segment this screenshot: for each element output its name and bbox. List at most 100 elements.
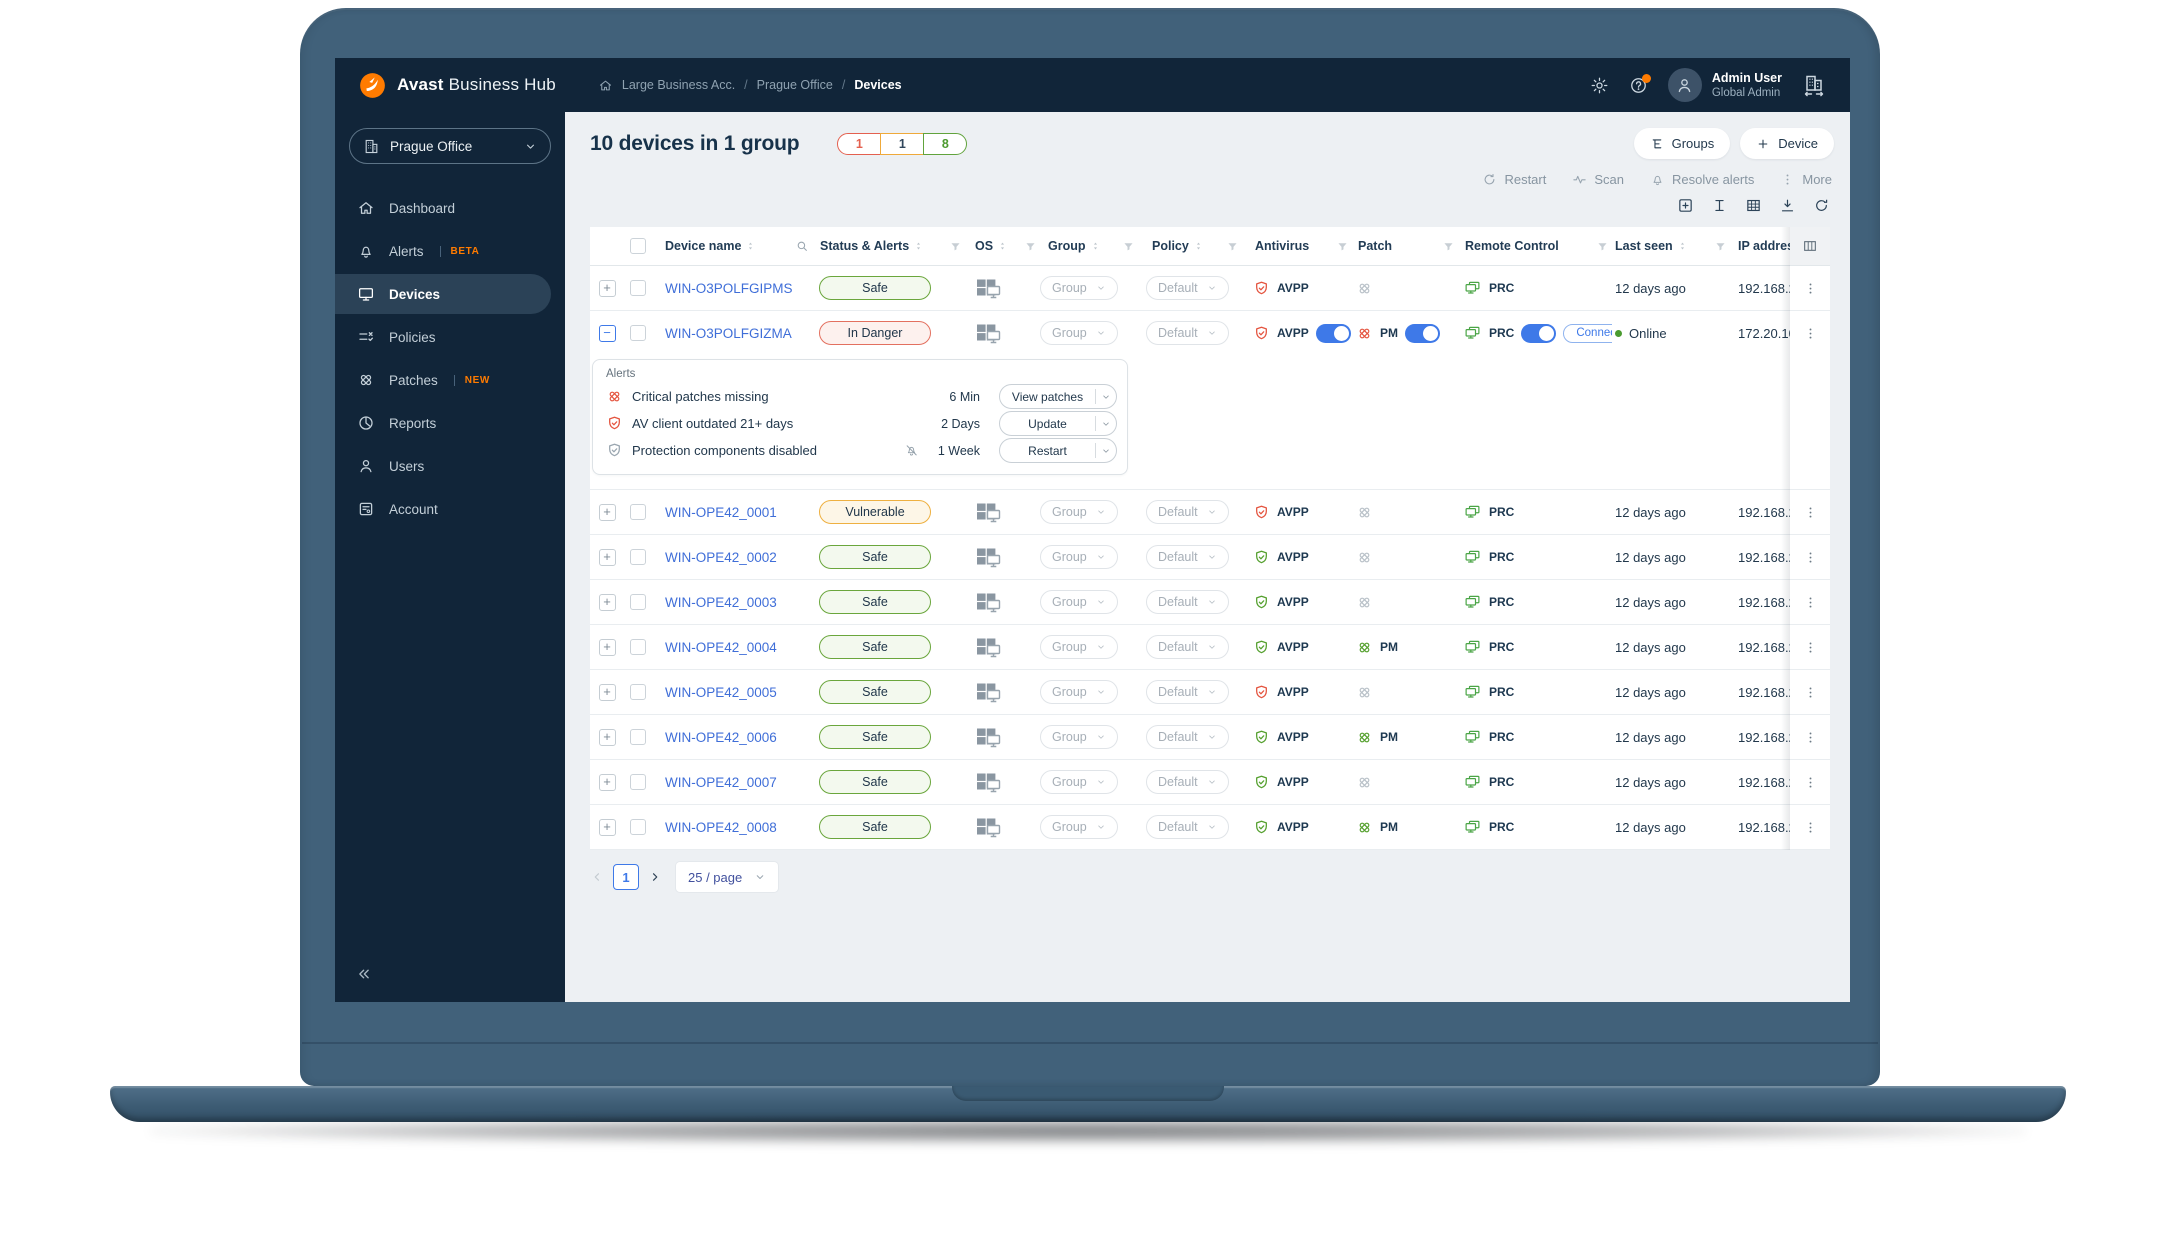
sidebar-item-devices[interactable]: Devices: [335, 274, 551, 314]
row-expander[interactable]: [598, 324, 616, 342]
policy-dropdown[interactable]: Default: [1146, 770, 1229, 794]
row-expander[interactable]: [598, 593, 616, 611]
header-group[interactable]: Group: [1040, 227, 1138, 265]
group-dropdown[interactable]: Group: [1040, 725, 1118, 749]
filter-icon[interactable]: [1122, 240, 1135, 253]
group-dropdown[interactable]: Group: [1040, 321, 1118, 345]
header-antivirus[interactable]: Antivirus: [1242, 227, 1352, 265]
row-checkbox[interactable]: [630, 594, 646, 610]
header-remote-control[interactable]: Remote Control: [1458, 227, 1612, 265]
filter-icon[interactable]: [1596, 240, 1609, 253]
count-warning[interactable]: 1: [880, 132, 925, 155]
connect-button[interactable]: Connect: [1563, 323, 1612, 343]
current-page-button[interactable]: 1: [613, 864, 639, 890]
filter-icon[interactable]: [1442, 240, 1455, 253]
group-dropdown[interactable]: Group: [1040, 276, 1118, 300]
groups-button[interactable]: Groups: [1633, 128, 1731, 159]
remote-control-toggle[interactable]: [1521, 323, 1557, 343]
policy-dropdown[interactable]: Default: [1146, 680, 1229, 704]
group-dropdown[interactable]: Group: [1040, 545, 1118, 569]
header-ip-address[interactable]: IP address: [1730, 227, 1790, 265]
restart-alert-button[interactable]: Restart: [999, 438, 1117, 463]
row-expander[interactable]: [598, 638, 616, 656]
row-expander[interactable]: [598, 683, 616, 701]
filter-icon[interactable]: [1714, 240, 1727, 253]
column-settings-button[interactable]: [1790, 227, 1830, 265]
scan-action[interactable]: Scan: [1572, 172, 1624, 187]
row-checkbox[interactable]: [630, 549, 646, 565]
row-expander[interactable]: [598, 279, 616, 297]
resolve-alerts-action[interactable]: Resolve alerts: [1650, 172, 1754, 187]
device-name-link[interactable]: WIN-O3POLFGIZMA: [665, 326, 792, 341]
sidebar-item-dashboard[interactable]: Dashboard: [335, 188, 565, 228]
sort-icon[interactable]: [1090, 239, 1101, 253]
policy-dropdown[interactable]: Default: [1146, 725, 1229, 749]
row-height-button[interactable]: [1711, 197, 1728, 214]
row-expander[interactable]: [598, 728, 616, 746]
row-checkbox[interactable]: [630, 774, 646, 790]
antivirus-toggle[interactable]: [1315, 323, 1351, 343]
sidebar-collapse-button[interactable]: [355, 965, 373, 988]
sort-icon[interactable]: [1193, 239, 1204, 253]
policy-dropdown[interactable]: Default: [1146, 590, 1229, 614]
search-icon[interactable]: [795, 239, 809, 253]
breadcrumb-item[interactable]: Prague Office: [757, 78, 833, 92]
sidebar-item-users[interactable]: Users: [335, 446, 565, 486]
row-menu-button[interactable]: [1803, 685, 1818, 700]
header-status[interactable]: Status & Alerts: [815, 227, 965, 265]
group-dropdown[interactable]: Group: [1040, 500, 1118, 524]
help-button[interactable]: [1629, 73, 1651, 95]
sidebar-item-policies[interactable]: Policies: [335, 317, 565, 357]
patch-toggle[interactable]: [1405, 323, 1440, 343]
row-menu-button[interactable]: [1803, 730, 1818, 745]
row-checkbox[interactable]: [630, 684, 646, 700]
row-expander[interactable]: [598, 773, 616, 791]
sort-icon[interactable]: [745, 239, 756, 253]
restart-action[interactable]: Restart: [1482, 172, 1546, 187]
policy-dropdown[interactable]: Default: [1146, 276, 1229, 300]
device-name-link[interactable]: WIN-OPE42_0005: [665, 685, 777, 700]
device-name-link[interactable]: WIN-OPE42_0003: [665, 595, 777, 610]
device-name-link[interactable]: WIN-OPE42_0008: [665, 820, 777, 835]
row-menu-button[interactable]: [1803, 505, 1818, 520]
device-name-link[interactable]: WIN-OPE42_0001: [665, 505, 777, 520]
group-dropdown[interactable]: Group: [1040, 770, 1118, 794]
sort-icon[interactable]: [1677, 239, 1688, 253]
sort-icon[interactable]: [913, 239, 924, 253]
more-action[interactable]: More: [1780, 172, 1832, 187]
header-policy[interactable]: Policy: [1138, 227, 1242, 265]
row-checkbox[interactable]: [630, 504, 646, 520]
policy-dropdown[interactable]: Default: [1146, 815, 1229, 839]
row-expander[interactable]: [598, 818, 616, 836]
header-patch[interactable]: Patch: [1352, 227, 1458, 265]
select-all-checkbox[interactable]: [630, 238, 646, 254]
row-menu-button[interactable]: [1803, 640, 1818, 655]
device-name-link[interactable]: WIN-OPE42_0007: [665, 775, 777, 790]
group-dropdown[interactable]: Group: [1040, 635, 1118, 659]
device-name-link[interactable]: WIN-OPE42_0004: [665, 640, 777, 655]
row-menu-button[interactable]: [1803, 775, 1818, 790]
sidebar-item-patches[interactable]: Patches NEW: [335, 360, 565, 400]
row-menu-button[interactable]: [1803, 550, 1818, 565]
chevron-down-icon[interactable]: [1101, 419, 1111, 429]
next-page-button[interactable]: [648, 870, 662, 884]
prev-page-button[interactable]: [590, 870, 604, 884]
page-size-select[interactable]: 25 / page: [676, 862, 779, 892]
device-name-link[interactable]: WIN-O3POLFGIPMS: [665, 281, 793, 296]
group-dropdown[interactable]: Group: [1040, 815, 1118, 839]
row-menu-button[interactable]: [1803, 595, 1818, 610]
add-device-button[interactable]: Device: [1740, 128, 1834, 159]
site-selector[interactable]: Prague Office: [349, 128, 551, 164]
count-danger[interactable]: 1: [837, 132, 882, 155]
export-button[interactable]: [1779, 197, 1796, 214]
view-patches-button[interactable]: View patches: [999, 384, 1117, 409]
header-device-name[interactable]: Device name: [660, 227, 815, 265]
table-density-button[interactable]: [1745, 197, 1762, 214]
sidebar-item-reports[interactable]: Reports: [335, 403, 565, 443]
row-menu-button[interactable]: [1803, 281, 1818, 296]
refresh-button[interactable]: [1813, 197, 1830, 214]
chevron-down-icon[interactable]: [1101, 392, 1111, 402]
expand-all-button[interactable]: [1677, 197, 1694, 214]
row-checkbox[interactable]: [630, 819, 646, 835]
filter-icon[interactable]: [1226, 240, 1239, 253]
